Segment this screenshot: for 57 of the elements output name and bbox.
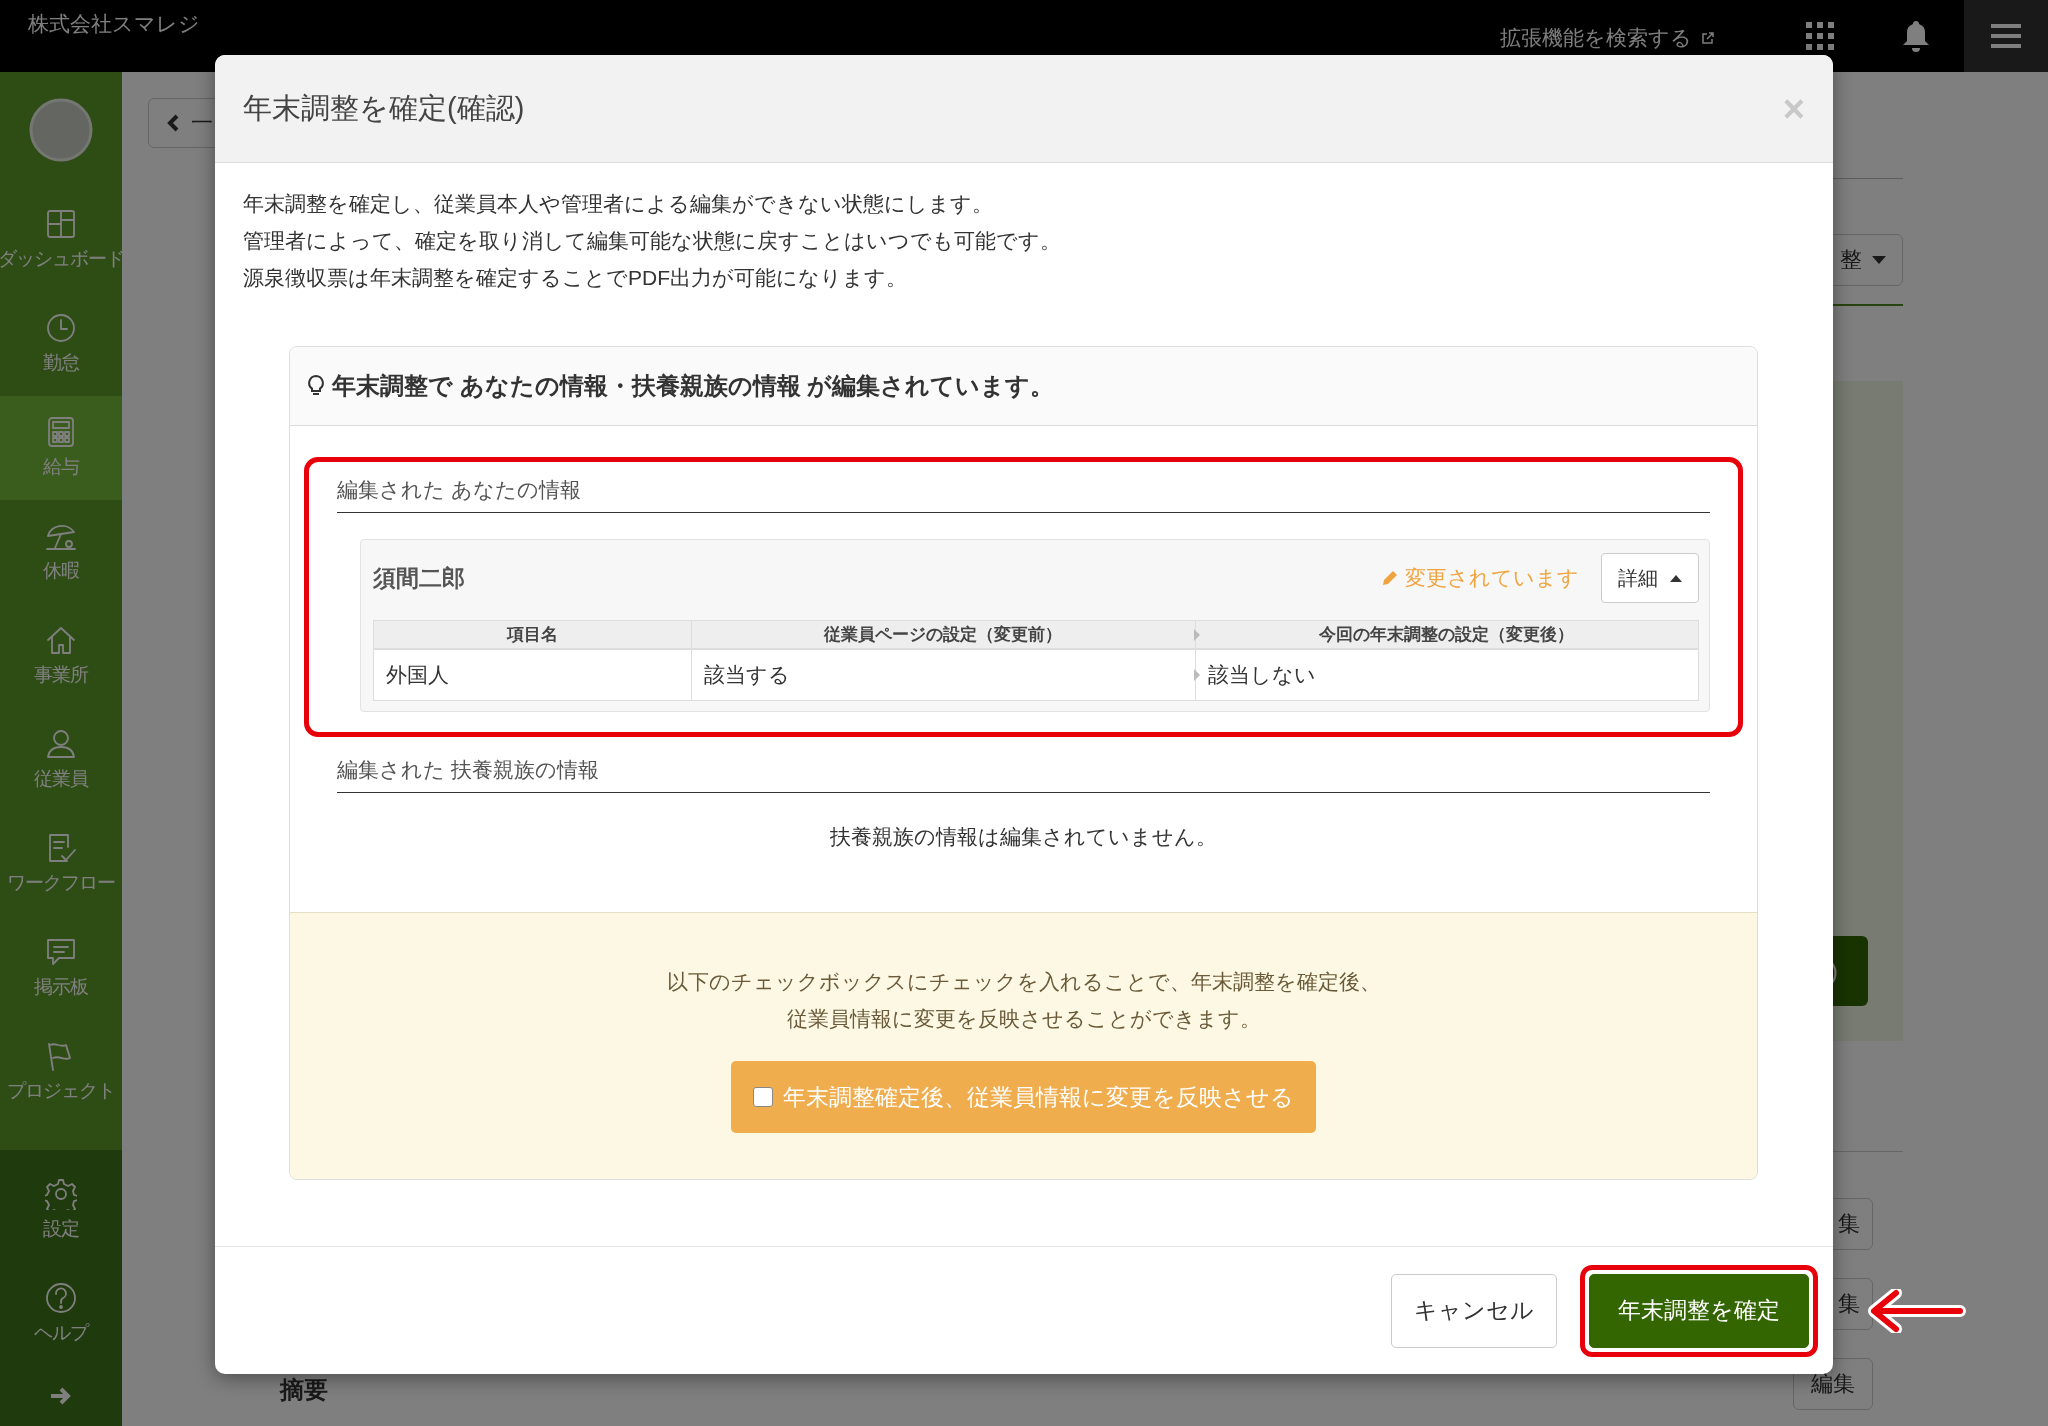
section-label: 摘要: [278, 1375, 329, 1405]
sidebar-item[interactable]: 休暇: [0, 500, 122, 604]
avatar-icon: [29, 98, 93, 162]
settings-icon: [45, 1178, 77, 1210]
app-grid-icon[interactable]: [1806, 22, 1834, 50]
employee-name: 須間二郎: [373, 563, 466, 593]
caret-down-icon: [1872, 256, 1886, 264]
close-button[interactable]: ×: [1782, 89, 1805, 128]
sidebar-item[interactable]: 給与: [0, 396, 122, 500]
confirm-button[interactable]: 年末調整を確定: [1589, 1273, 1809, 1348]
lightbulb-icon: [308, 375, 324, 397]
description-text: 年末調整を確定し、従業員本人や管理者による編集ができない状態にします。: [243, 191, 994, 217]
sidebar-item[interactable]: 勤怠: [0, 292, 122, 396]
menu-button[interactable]: [1964, 0, 2048, 72]
pencil-icon: [1381, 569, 1399, 587]
cancel-button[interactable]: キャンセル: [1391, 1273, 1557, 1348]
sidebar-item[interactable]: ヘルプ: [0, 1262, 122, 1366]
dashboard-icon: [45, 208, 77, 240]
sidebar-item[interactable]: 掲示板: [0, 916, 122, 1020]
sidebar-item[interactable]: 従業員: [0, 708, 122, 812]
column-header: 項目名: [373, 620, 692, 649]
sidebar-item[interactable]: ダッシュボード: [0, 188, 122, 292]
speech-bubble-icon: [45, 936, 77, 968]
bell-icon[interactable]: [1902, 20, 1930, 52]
details-button[interactable]: 詳細: [1601, 553, 1699, 603]
triangle-right-icon: [1193, 628, 1200, 641]
sidebar-item[interactable]: プロジェクト: [0, 1020, 122, 1124]
sidebar-item[interactable]: 設定: [0, 1158, 122, 1262]
arrow-right-icon[interactable]: [49, 1386, 73, 1406]
sidebar-item[interactable]: 事業所: [0, 604, 122, 708]
section-title: 編集された あなたの情報: [337, 476, 1710, 513]
calculator-icon: [45, 416, 77, 448]
table-cell: 外国人: [373, 649, 692, 701]
notice-text: 年末調整で あなたの情報・扶養親族の情報 が編集されています。: [332, 371, 1055, 401]
external-link-icon: [1702, 32, 1714, 44]
empty-message: 扶養親族の情報は編集されていません。: [829, 824, 1218, 850]
house-icon: [45, 624, 77, 656]
extension-search-link[interactable]: 拡張機能を検索する: [1500, 24, 1714, 52]
column-header: 従業員ページの設定（変更前）: [691, 620, 1195, 649]
triangle-right-icon: [1193, 669, 1200, 681]
table-cell: 該当しない: [1195, 649, 1699, 701]
help-icon: [45, 1282, 77, 1314]
section-title: 編集された 扶養親族の情報: [337, 756, 1710, 793]
chevron-left-icon: [167, 114, 179, 132]
instruction-text: 以下のチェックボックスにチェックを入れることで、年末調整を確定後、: [666, 969, 1381, 995]
company-name: 株式会社スマレジ: [27, 11, 200, 37]
menu-icon: [1991, 24, 2021, 48]
description-text: 管理者によって、確定を取り消して編集可能な状態に戻すことはいつでも可能です。: [243, 228, 1062, 254]
description-text: 源泉徴収票は年末調整を確定することでPDF出力が可能になります。: [243, 265, 908, 291]
person-icon: [45, 728, 77, 760]
sidebar-item[interactable]: ワークフロー: [0, 812, 122, 916]
changed-status: 変更されています: [1381, 564, 1579, 592]
instruction-text: 従業員情報に変更を反映させることができます。: [786, 1006, 1261, 1032]
column-header: 今回の年末調整の設定（変更後）: [1195, 620, 1699, 649]
checkbox[interactable]: [753, 1087, 773, 1107]
reflect-changes-checkbox[interactable]: 年末調整確定後、従業員情報に変更を反映させる: [731, 1061, 1316, 1133]
clock-icon: [45, 312, 77, 344]
